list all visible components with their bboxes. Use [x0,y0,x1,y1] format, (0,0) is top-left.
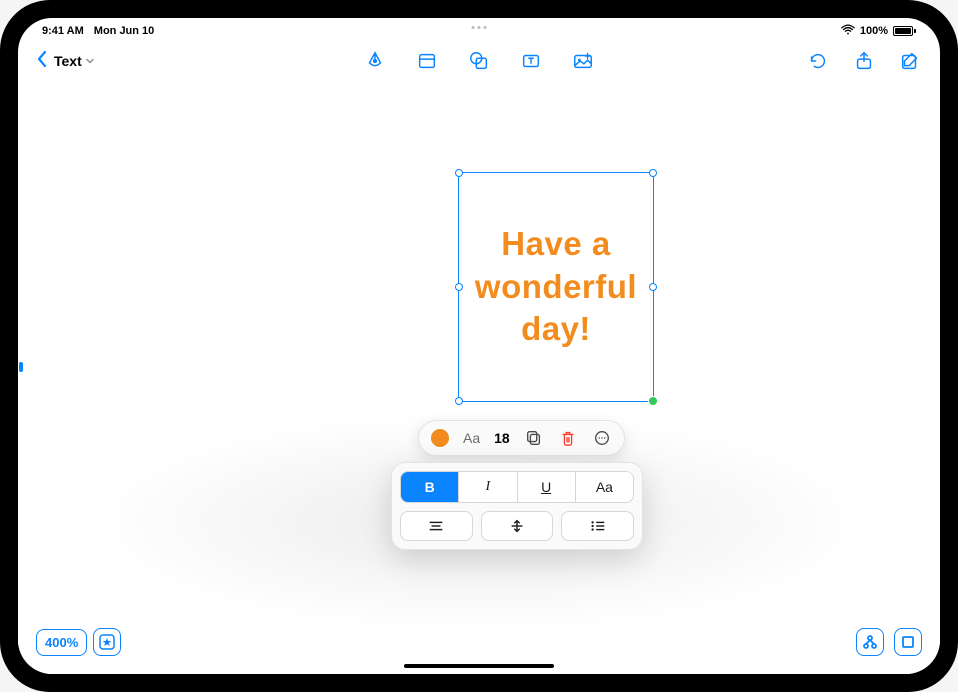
format-panel: B I U Aa [391,462,643,550]
status-bar: 9:41 AM Mon Jun 10 100% [18,18,940,40]
sticky-note-button[interactable] [415,49,439,73]
align-vertical-button[interactable] [481,511,554,541]
favorites-button[interactable] [93,628,121,656]
battery-icon [893,26,916,36]
resize-handle-nw[interactable] [455,169,463,177]
media-button[interactable] [571,49,595,73]
text-color-button[interactable] [431,429,449,447]
bold-button[interactable]: B [401,472,459,502]
align-horizontal-button[interactable] [400,511,473,541]
align-row [400,511,634,541]
resize-handle-e[interactable] [649,283,657,291]
zoom-level-button[interactable]: 400% [36,629,87,656]
wifi-icon [841,24,855,38]
format-quick-row: Aa 18 [418,420,625,456]
resize-handle-w[interactable] [455,283,463,291]
text-object[interactable]: Have a wonderful day! [458,172,654,402]
font-size-button[interactable]: 18 [494,430,510,446]
resize-handle-sw[interactable] [455,397,463,405]
pen-tool-button[interactable] [363,49,387,73]
tool-title-dropdown[interactable]: Text [54,53,95,69]
tool-title: Text [54,53,82,69]
graph-view-button[interactable] [856,628,884,656]
ipad-frame: 9:41 AM Mon Jun 10 100% Tex [0,0,958,692]
status-date: Mon Jun 10 [94,25,155,37]
frame-button[interactable] [894,628,922,656]
resize-handle-se[interactable] [648,396,658,406]
share-button[interactable] [852,49,876,73]
italic-button[interactable]: I [459,472,517,502]
shapes-button[interactable] [467,49,491,73]
zoom-controls: 400% [36,628,121,656]
page-indicator [19,362,23,372]
text-style-row: B I U Aa [400,471,634,503]
home-indicator[interactable] [404,664,554,668]
more-button[interactable] [592,428,612,448]
text-case-button[interactable]: Aa [576,472,633,502]
delete-button[interactable] [558,428,578,448]
undo-button[interactable] [806,49,830,73]
resize-handle-ne[interactable] [649,169,657,177]
list-button[interactable] [561,511,634,541]
canvas[interactable]: Have a wonderful day! Aa 18 [18,82,940,674]
text-content[interactable]: Have a wonderful day! [467,223,645,352]
bottom-right-controls [856,628,922,656]
compose-button[interactable] [898,49,922,73]
toolbar: Text [18,40,940,82]
underline-button[interactable]: U [518,472,576,502]
screen: 9:41 AM Mon Jun 10 100% Tex [18,18,940,674]
chevron-down-icon [85,53,95,69]
text-box-button[interactable] [519,49,543,73]
copy-button[interactable] [524,428,544,448]
multitask-dots[interactable] [472,26,487,29]
back-button[interactable] [36,50,48,73]
font-button[interactable]: Aa [463,430,480,446]
battery-percent: 100% [860,25,888,37]
status-time: 9:41 AM [42,25,84,37]
